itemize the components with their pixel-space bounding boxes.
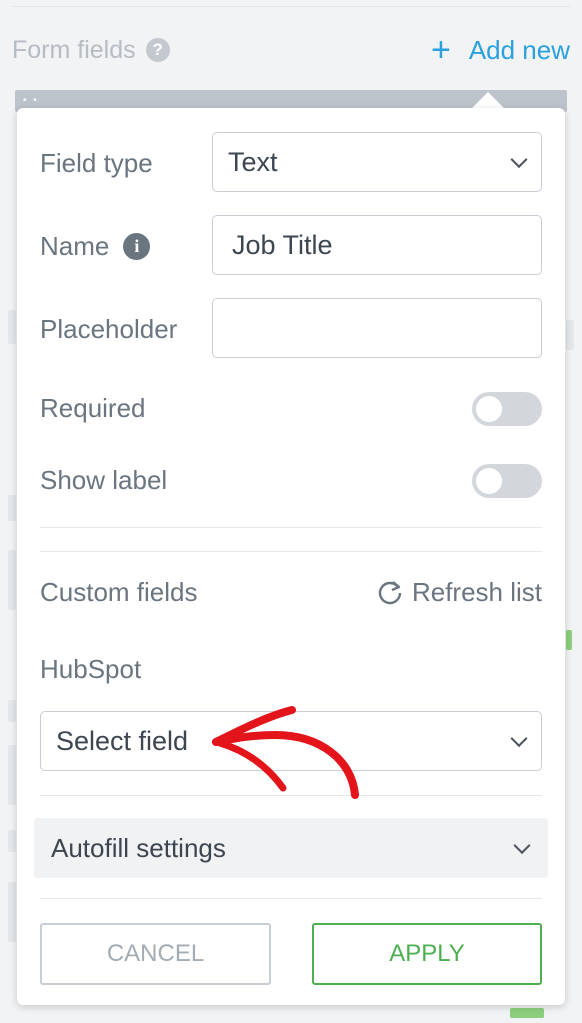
popup-caret	[472, 92, 504, 108]
placeholder-input[interactable]	[212, 298, 542, 358]
ghost-element	[566, 630, 572, 650]
autofill-settings-toggle[interactable]: Autofill settings	[34, 818, 548, 878]
hubspot-row: HubSpot	[40, 651, 542, 687]
chevron-down-icon	[510, 730, 528, 748]
field-type-select[interactable]: Text	[212, 132, 542, 192]
hubspot-select-value: Select field	[56, 725, 189, 756]
required-toggle[interactable]	[472, 392, 542, 426]
form-fields-header: Form fields ? + Add new	[12, 30, 570, 70]
divider	[40, 527, 542, 528]
refresh-icon	[378, 581, 402, 605]
divider	[12, 6, 570, 7]
add-new-button[interactable]: + Add new	[431, 30, 570, 70]
ghost-element	[8, 495, 16, 521]
field-type-value: Text	[228, 146, 278, 177]
ghost-element	[8, 882, 16, 942]
field-type-label: Field type	[40, 147, 153, 178]
ghost-element	[566, 320, 574, 350]
required-row: Required	[40, 391, 542, 425]
divider	[40, 898, 542, 899]
ghost-element	[510, 1008, 544, 1018]
plus-icon: +	[430, 31, 451, 69]
required-label: Required	[40, 392, 146, 423]
ghost-element	[8, 830, 16, 852]
ghost-element	[8, 745, 16, 805]
show-label-toggle[interactable]	[472, 464, 542, 498]
ghost-element	[8, 550, 16, 610]
name-input[interactable]: Job Title	[212, 215, 542, 275]
chevron-down-icon	[510, 151, 528, 169]
refresh-list-label: Refresh list	[411, 576, 542, 607]
autofill-settings-label: Autofill settings	[51, 832, 226, 863]
hubspot-label: HubSpot	[40, 653, 142, 684]
placeholder-label: Placeholder	[40, 313, 178, 344]
name-label: Name	[40, 230, 110, 261]
hubspot-field-select[interactable]: Select field	[40, 711, 542, 771]
field-settings-popup: Field type Text Name i Job Title Placeho…	[17, 108, 565, 1005]
show-label-label: Show label	[40, 464, 168, 495]
show-label-row: Show label	[40, 463, 542, 497]
info-icon[interactable]: i	[123, 232, 151, 260]
refresh-list-button[interactable]: Refresh list	[376, 574, 542, 610]
section-title: Form fields	[12, 35, 136, 64]
divider	[40, 551, 542, 552]
ghost-element	[8, 700, 16, 722]
apply-button[interactable]: APPLY	[312, 923, 542, 985]
chevron-down-icon	[513, 837, 531, 855]
name-value: Job Title	[232, 229, 333, 260]
divider	[40, 795, 542, 796]
cancel-button[interactable]: CANCEL	[40, 923, 271, 985]
help-icon[interactable]: ?	[145, 38, 170, 62]
ghost-element	[8, 310, 16, 344]
add-new-label: Add new	[468, 34, 570, 65]
custom-fields-label: Custom fields	[40, 576, 198, 607]
